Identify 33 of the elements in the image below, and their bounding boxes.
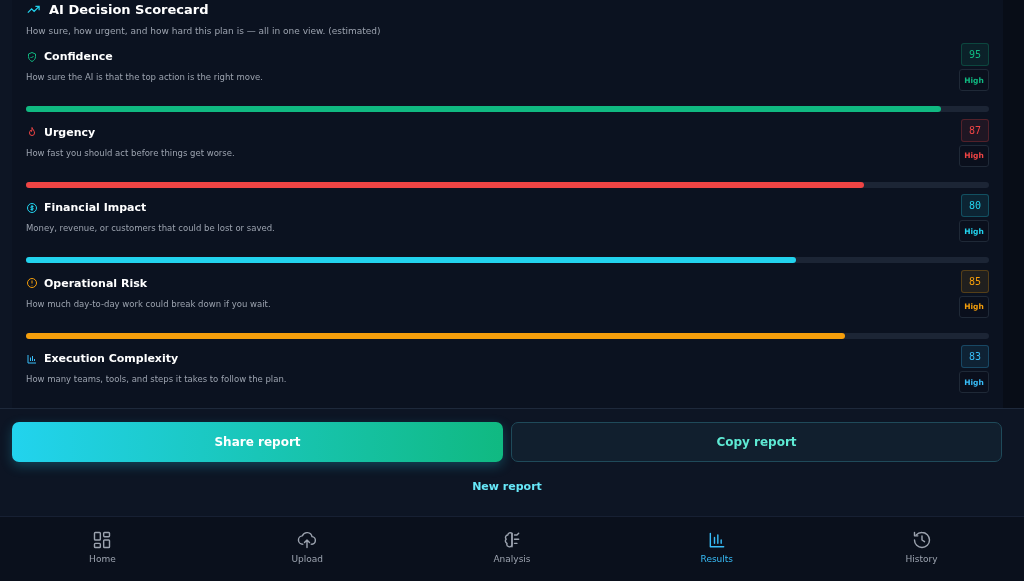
new-report-button[interactable]: New report: [466, 479, 548, 494]
nav-tab[interactable]: Upload: [291, 517, 323, 581]
home-icon: [92, 530, 113, 550]
nav-tab[interactable]: Analysis: [493, 517, 531, 581]
metric-description: How much day-to-day work could break down if you wait.: [26, 298, 271, 309]
chart-icon: [26, 352, 38, 365]
metric-title: Execution Complexity: [44, 352, 179, 366]
nav-tab[interactable]: History: [905, 517, 938, 581]
score-badge: 85: [961, 269, 989, 293]
card-title: AI Decision Scorecard: [49, 2, 209, 17]
metric-title: Financial Impact: [44, 201, 147, 215]
flame-icon: [26, 126, 38, 139]
nav-tab[interactable]: Results: [700, 517, 734, 581]
metric-description: How fast you should act before things get worse.: [26, 147, 235, 158]
metric-description: Money, revenue, or customers that could be lost or saved.: [26, 223, 275, 234]
history-icon: [911, 530, 932, 550]
score-badge: 80: [961, 194, 989, 218]
card-subtitle: How sure, how urgent, and how hard this plan is — all in one view. (estimated): [26, 26, 382, 36]
score-badge: 87: [961, 118, 989, 142]
copy-report-button[interactable]: Copy report: [511, 422, 1002, 462]
metric-description: How many teams, tools, and steps it takes to follow the plan.: [26, 374, 287, 385]
score-badge: 95: [961, 43, 989, 66]
score-badge: 83: [961, 345, 989, 369]
metric-description: How sure the AI is that the top action is the right move.: [26, 72, 263, 82]
upload-icon: [297, 530, 318, 550]
dollar-icon: [26, 201, 38, 214]
scrollbar-track[interactable]: [1003, 0, 1024, 408]
alert-icon: [26, 277, 38, 290]
nav-tab[interactable]: Home: [89, 517, 116, 581]
shield-icon: [26, 50, 38, 63]
metric-title: Confidence: [44, 50, 113, 63]
metric-title: Urgency: [44, 125, 96, 139]
metric-title: Operational Risk: [44, 276, 148, 290]
